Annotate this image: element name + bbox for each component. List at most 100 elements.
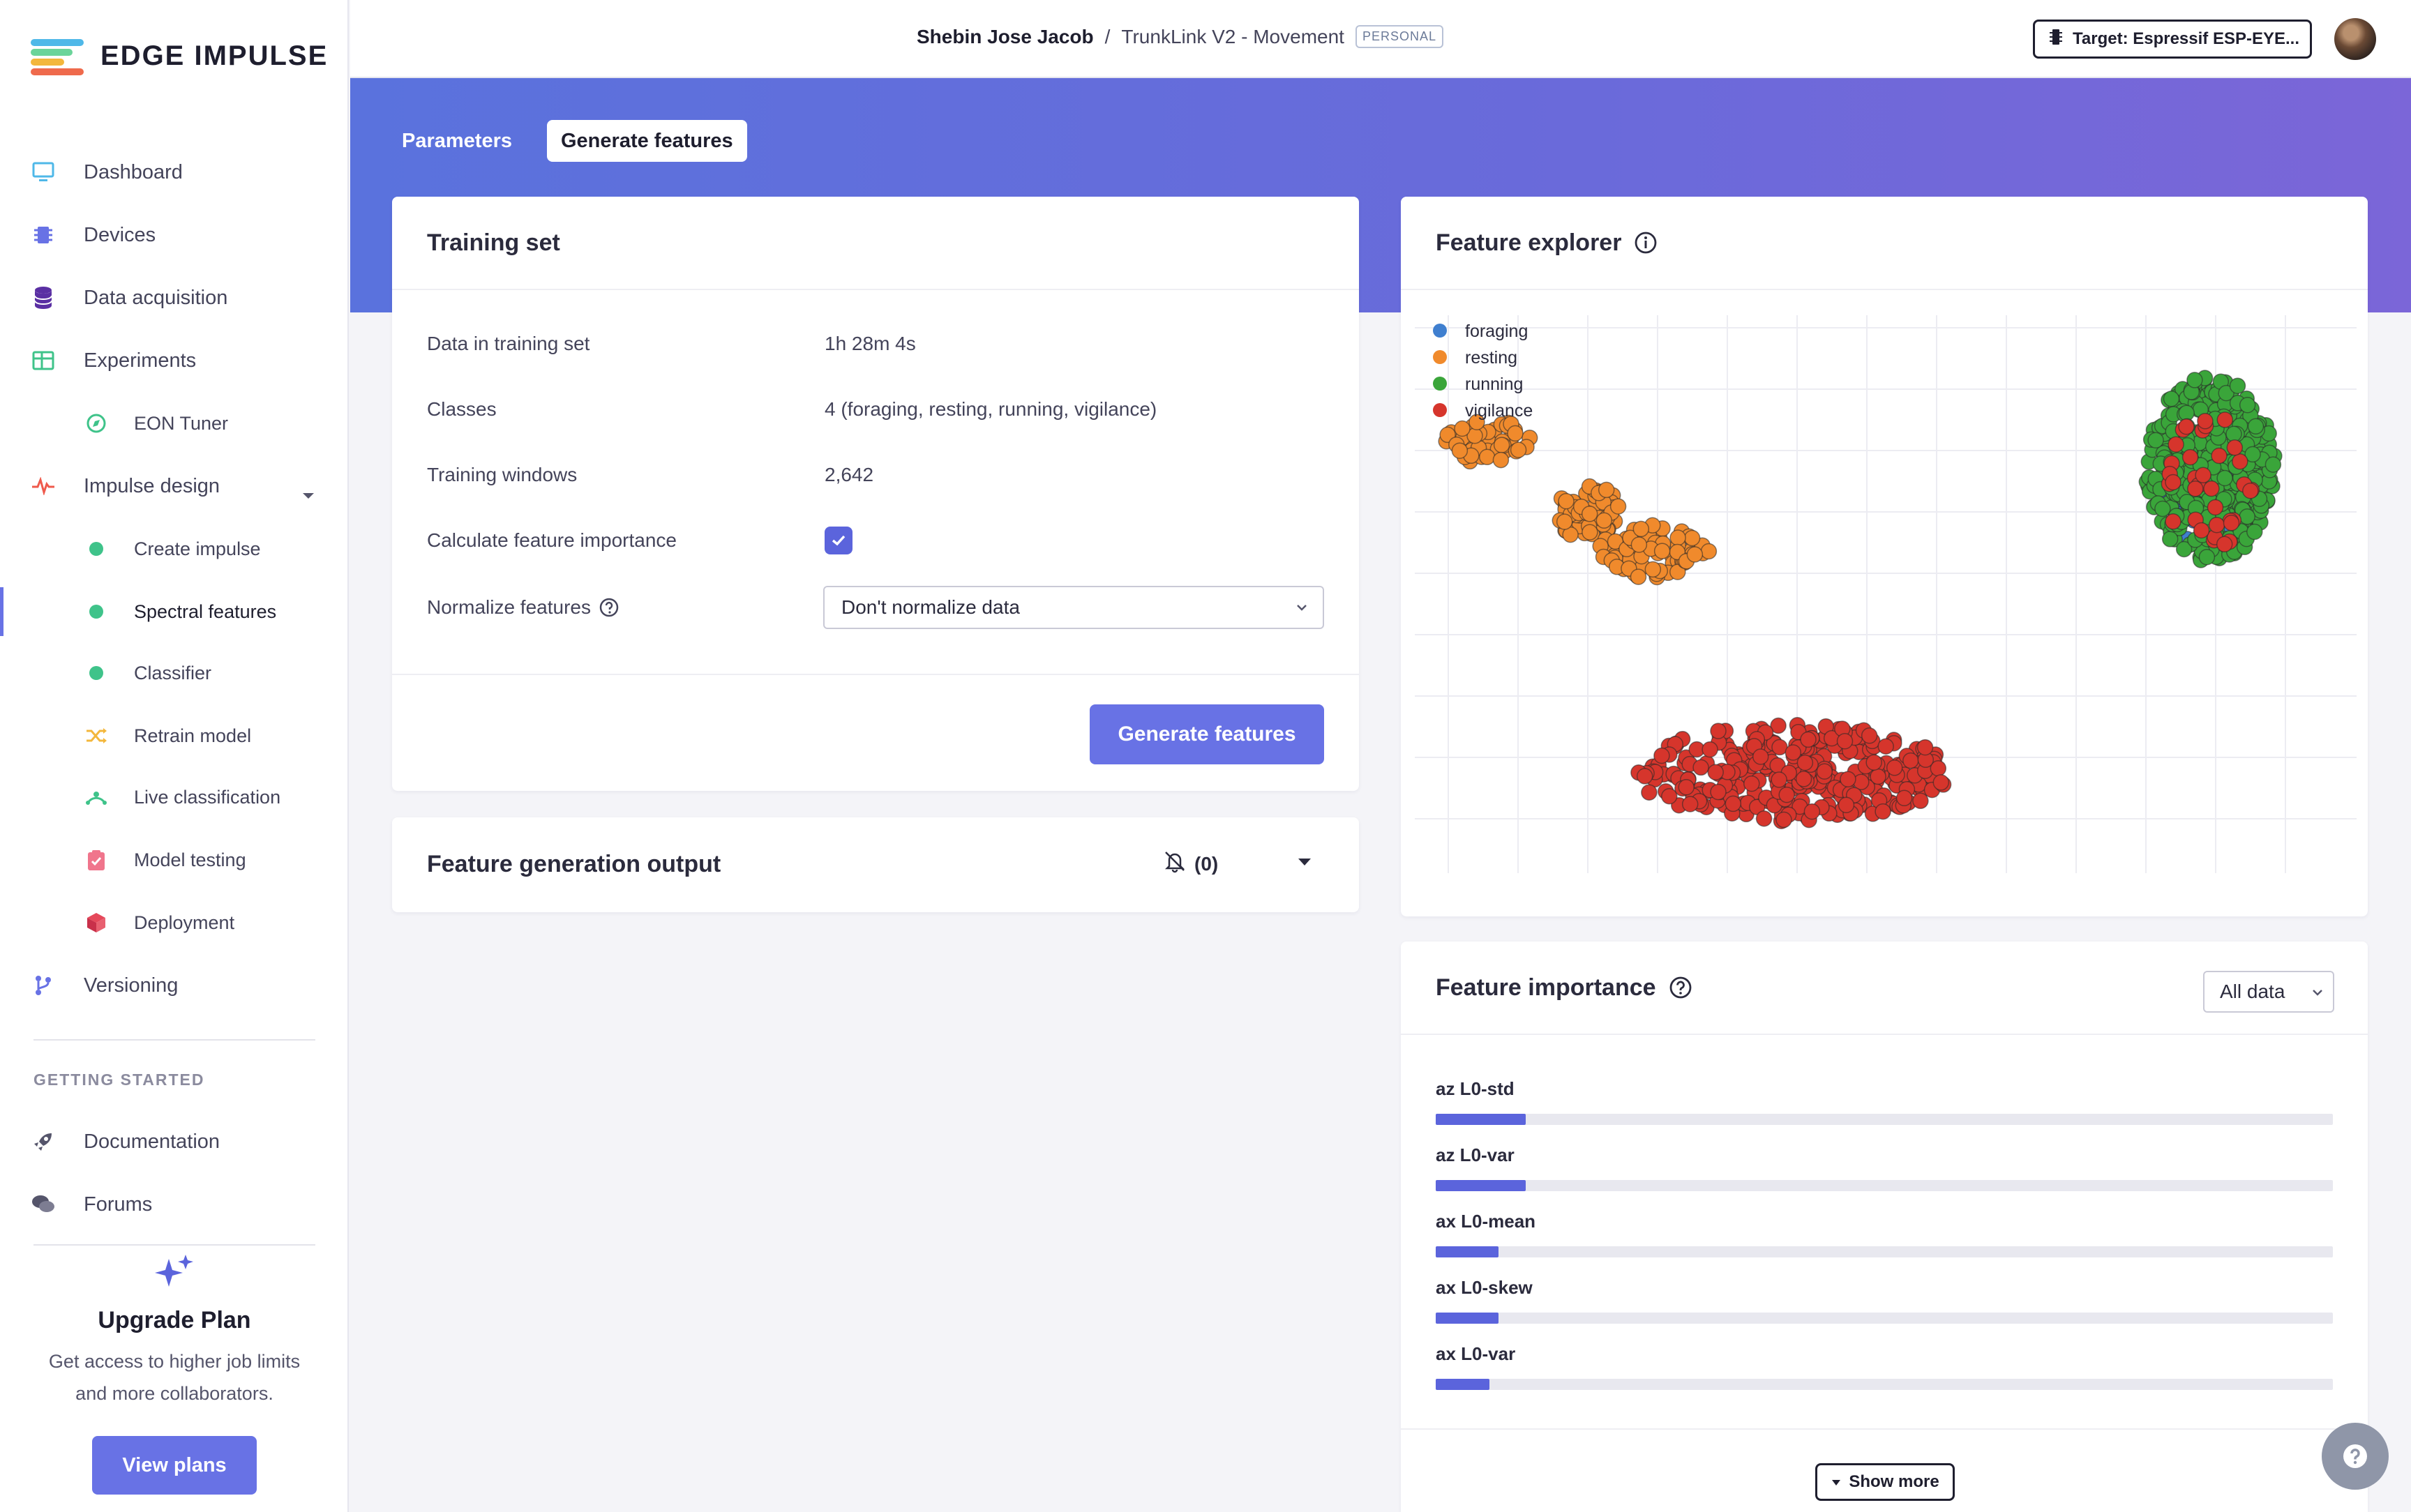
training-set-card: Training set Data in training set 1h 28m… [392,197,1359,791]
data-point-resting [1598,481,1615,499]
data-point-vigilance [2187,480,2204,497]
notifications-toggle[interactable]: (0) [1162,849,1218,878]
data-point-vigilance [2178,418,2195,435]
legend-label: running [1465,375,1523,394]
notification-count: (0) [1194,852,1219,875]
data-point-vigilance [1836,732,1854,750]
data-point-vigilance [1861,727,1878,744]
data-point-resting [1510,441,1527,458]
data-point-resting [1669,529,1686,546]
help-button[interactable] [2322,1423,2389,1490]
data-point-running [2246,523,2263,540]
breadcrumb-project[interactable]: TrunkLink V2 - Movement [1121,26,1344,48]
legend-label: resting [1465,348,1517,368]
feature-importance-card: Feature importance All data az L0-std az … [1401,942,2368,1512]
sidebar-item-dashboard[interactable]: Dashboard [0,148,349,197]
breadcrumb-user[interactable]: Shebin Jose Jacob [917,26,1094,48]
row-label: Training windows [427,464,578,485]
feature-name: ax L0-skew [1436,1277,1533,1298]
feature-explorer-plot[interactable]: foraging resting running vigilance [1415,315,2357,873]
sidebar-item-label: Create impulse [134,538,261,559]
sidebar-item-experiments[interactable]: Experiments [0,336,349,385]
sidebar-item-versioning[interactable]: Versioning [0,961,349,1010]
sidebar-item-model-testing[interactable]: Model testing [0,836,349,884]
card-title: Feature importance [1436,974,1656,1001]
data-point-running [2229,377,2246,394]
feature-importance-row: ax L0-skew [1436,1277,2333,1324]
chevron-down-icon [2311,982,2324,1008]
avatar[interactable] [2334,18,2376,60]
logo[interactable]: EDGE IMPULSE [31,35,328,77]
upgrade-line-1: Get access to higher job limits [48,1351,301,1372]
data-point-vigilance [2181,448,2199,466]
top-bar: Shebin Jose Jacob / TrunkLink V2 - Movem… [350,0,2411,78]
feature-name: az L0-var [1436,1144,1515,1165]
data-point-resting [1686,546,1704,563]
view-plans-button[interactable]: View plans [92,1436,257,1495]
info-icon[interactable] [1634,231,1658,255]
target-device-label: Target: Espressif ESP-EYE... [2073,29,2299,48]
sidebar-item-spectral-features[interactable]: Spectral features [0,587,349,636]
data-point-running [2186,372,2203,388]
database-icon [31,285,56,310]
data-point-vigilance [1641,784,1658,801]
data-point-vigilance [2242,482,2259,499]
sidebar-item-deployment[interactable]: Deployment [0,898,349,947]
logo-icon [31,36,84,75]
target-device-button[interactable]: Target: Espressif ESP-EYE... [2033,20,2312,59]
sidebar-item-classifier[interactable]: Classifier [0,649,349,697]
data-point-resting [1556,513,1573,530]
sidebar-item-label: Retrain model [134,725,252,746]
box-icon [84,910,109,935]
data-point-vigilance [1816,763,1833,780]
normalize-features-select[interactable]: Don't normalize data [823,586,1324,629]
chevron-down-icon[interactable] [301,483,315,506]
row-value: 4 (foraging, resting, running, vigilance… [825,398,1157,420]
sidebar-item-label: EON Tuner [134,412,229,434]
data-point-resting [1558,492,1575,510]
data-point-vigilance [2195,467,2211,484]
row-label: Data in training set [427,333,590,354]
feature-name: ax L0-var [1436,1343,1516,1364]
importance-bar-track [1436,1379,2333,1390]
chevron-down-icon [1295,597,1309,623]
pulse-icon [31,474,56,499]
sidebar-item-eon-tuner[interactable]: EON Tuner [0,399,349,448]
sidebar-item-documentation[interactable]: Documentation [0,1117,349,1166]
row-label: Calculate feature importance [427,529,677,551]
data-point-resting [1630,536,1648,553]
sidebar-item-live-classification[interactable]: Live classification [0,773,349,822]
data-point-vigilance [2223,515,2240,531]
sidebar-item-data-acquisition[interactable]: Data acquisition [0,273,349,322]
help-circle-icon[interactable] [1669,976,1692,999]
sidebar-item-retrain-model[interactable]: Retrain model [0,711,349,760]
sidebar-divider [33,1039,315,1041]
card-title: Training set [392,197,1359,290]
help-circle-icon[interactable] [599,598,619,617]
sidebar-item-impulse-design[interactable]: Impulse design [0,462,349,511]
sparkle-icon [0,1252,349,1301]
data-point-vigilance [2232,453,2248,470]
sidebar-item-create-impulse[interactable]: Create impulse [0,524,349,573]
tab-parameters[interactable]: Parameters [388,120,526,162]
generate-features-button[interactable]: Generate features [1090,704,1324,764]
getting-started-label: GETTING STARTED [33,1071,205,1089]
show-more-button[interactable]: Show more [1815,1463,1955,1501]
caret-down-icon[interactable] [1296,856,1313,871]
sidebar-item-label: Classifier [134,662,212,683]
feature-importance-checkbox[interactable] [825,527,853,554]
chip-icon [31,222,56,248]
sidebar-item-forums[interactable]: Forums [0,1180,349,1229]
rocket-icon [31,1129,56,1154]
info-row: Data in training set 1h 28m 4s [427,326,916,361]
data-point-vigilance [1678,778,1695,796]
importance-filter-select[interactable]: All data [2203,971,2334,1013]
feature-name: az L0-std [1436,1078,1515,1099]
data-point-vigilance [2216,536,2233,553]
card-divider [392,674,1359,675]
data-point-vigilance [1775,811,1792,829]
tab-generate-features[interactable]: Generate features [547,120,747,162]
data-point-vigilance [2211,447,2228,464]
data-point-vigilance [2193,522,2210,539]
sidebar-item-devices[interactable]: Devices [0,211,349,259]
